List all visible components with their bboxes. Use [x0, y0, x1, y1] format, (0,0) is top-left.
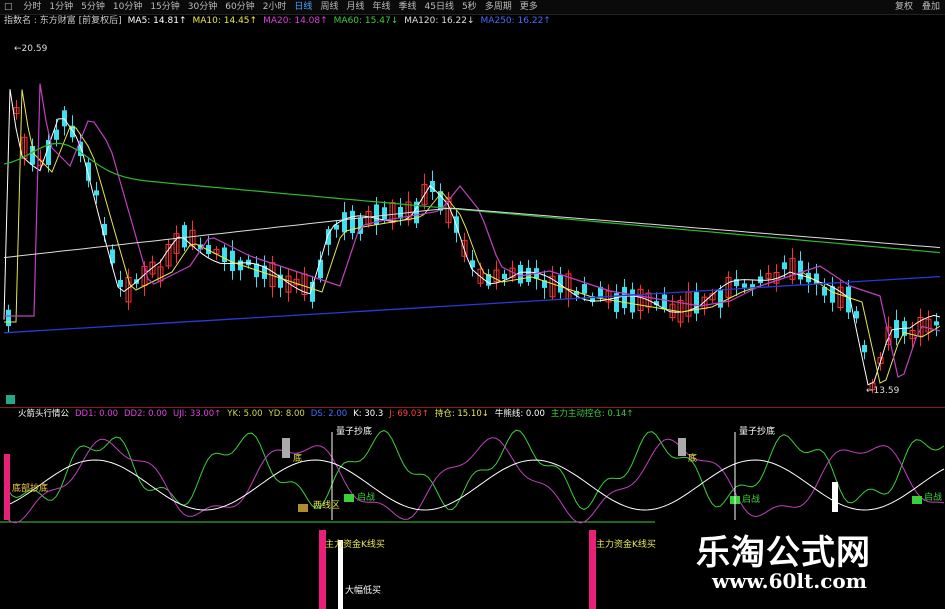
period-tab[interactable]: 日线: [294, 0, 312, 14]
signal-bar: [344, 494, 354, 502]
ma5-line: [3, 89, 941, 386]
period-toolbar: □ 分时 1分钟 5分钟 10分钟 15分钟 30分钟 60分钟 2小时 日线 周线 月线 年线 季线 4…: [0, 0, 945, 15]
candle-down: [318, 259, 323, 279]
candle-down: [782, 262, 787, 270]
candle-down: [718, 289, 723, 308]
period-tab[interactable]: 45日线: [425, 0, 454, 14]
signal-label-bottom-buy: 底部抄底: [12, 484, 49, 494]
signal-label-quantum-2: 量子抄底: [739, 427, 776, 437]
signal-bar: [282, 438, 290, 458]
candle-down: [582, 284, 587, 294]
price-low-label: ←13.59: [866, 386, 900, 396]
indicator-line-white: [3, 459, 945, 511]
candle-down: [94, 190, 99, 196]
period-tab[interactable]: 多周期: [485, 0, 512, 14]
signal-label-green-2: 启战: [742, 495, 761, 505]
candle-down: [118, 279, 123, 287]
overlay-button[interactable]: 叠加: [922, 0, 940, 14]
signal-bar: [589, 530, 596, 609]
indicator-legend: 火箭头行情公 DD1: 0.00 DD2: 0.00 UJI: 33.00↑ YK: 5…: [0, 407, 945, 421]
candle-down: [518, 264, 523, 284]
ma-legend-item: MA10: 14.45↑: [192, 16, 258, 26]
ma20-line: [4, 83, 941, 378]
signal-label-di-2: 底: [688, 454, 698, 464]
signal-label-green-3: 启战: [924, 493, 943, 503]
signal-label-main-1: 主力资金K线买: [325, 540, 385, 550]
signal-bar: [912, 496, 922, 504]
candle-down: [182, 225, 187, 248]
period-tab[interactable]: 更多: [520, 0, 538, 14]
kline-chart[interactable]: [0, 28, 945, 406]
period-tab[interactable]: 分时: [23, 0, 41, 14]
adjust-button[interactable]: 复权: [895, 0, 913, 14]
candle-down: [798, 260, 803, 280]
candle-down: [662, 294, 667, 310]
candle-down: [86, 162, 91, 181]
signal-label-volume: 大幅低买: [345, 586, 382, 596]
watermark-title: 乐淘公式网: [696, 533, 871, 573]
period-list: 分时 1分钟 5分钟 10分钟 15分钟 30分钟 60分钟 2小时 日线 周线 月线 年线 季线 45日…: [23, 0, 545, 14]
ma-legend-item: MA20: 14.08↑: [263, 16, 328, 26]
period-tab[interactable]: 5秒: [462, 0, 477, 14]
candle-down: [382, 207, 387, 221]
period-tab[interactable]: 季线: [398, 0, 416, 14]
candle-down: [854, 311, 859, 319]
signal-bar: [4, 454, 10, 520]
ma-legend-item: MA120: 16.22↓: [404, 16, 475, 26]
price-high-arrow: ←: [14, 44, 22, 54]
candle-down: [622, 286, 627, 309]
candle-down: [502, 273, 507, 279]
signal-bar: [298, 504, 308, 512]
price-high-label: ←20.59: [14, 44, 48, 54]
period-tab[interactable]: 15分钟: [150, 0, 179, 14]
ma-legend-item: MA5: 14.81↑: [127, 16, 187, 26]
signal-label-green-1: 启战: [357, 493, 376, 503]
ma-legend-item: MA60: 15.47↓: [333, 16, 399, 26]
candle-down: [862, 345, 867, 353]
period-tab[interactable]: 2小时: [263, 0, 287, 14]
signal-label-di-1: 底: [293, 454, 303, 464]
signal-bar: [338, 540, 343, 609]
period-tab[interactable]: 30分钟: [188, 0, 217, 14]
candle-down: [742, 283, 747, 288]
candle-down: [6, 309, 11, 327]
candle-down: [222, 247, 227, 263]
signal-bar: [678, 438, 686, 456]
indicator-toggle-icon[interactable]: [6, 395, 15, 404]
period-tab[interactable]: 5分钟: [81, 0, 105, 14]
period-tab[interactable]: 周线: [320, 0, 338, 14]
candle-down: [934, 321, 939, 326]
ma-legend-item: 指数名 : 东方财富 [前复权后]: [4, 16, 122, 26]
candle-down: [630, 289, 635, 313]
ma-legend: 指数名 : 东方财富 [前复权后] MA5: 14.81↑ MA10: 14.45↑…: [0, 15, 945, 28]
watermark-url: www.60lt.com: [712, 569, 867, 593]
period-tab[interactable]: 月线: [346, 0, 364, 14]
price-low-arrow: ←: [866, 386, 874, 396]
signal-bar: [832, 482, 838, 512]
candle-down: [830, 286, 835, 303]
period-tab[interactable]: 60分钟: [225, 0, 254, 14]
signal-label-quantum-1: 量子抄底: [336, 427, 373, 437]
period-tab[interactable]: 年线: [372, 0, 390, 14]
toolbar-menu-icon[interactable]: □: [4, 0, 13, 14]
period-tab[interactable]: 1分钟: [49, 0, 73, 14]
signal-label-main-2: 主力资金K线买: [596, 540, 656, 550]
signal-label-low-zone: 两线区: [313, 501, 341, 511]
ma-legend-item: MA250: 16.22↑: [480, 16, 551, 26]
indicator-line-green: [3, 429, 945, 511]
period-tab[interactable]: 10分钟: [113, 0, 142, 14]
candle-down: [54, 129, 59, 140]
candle-down: [342, 212, 347, 233]
